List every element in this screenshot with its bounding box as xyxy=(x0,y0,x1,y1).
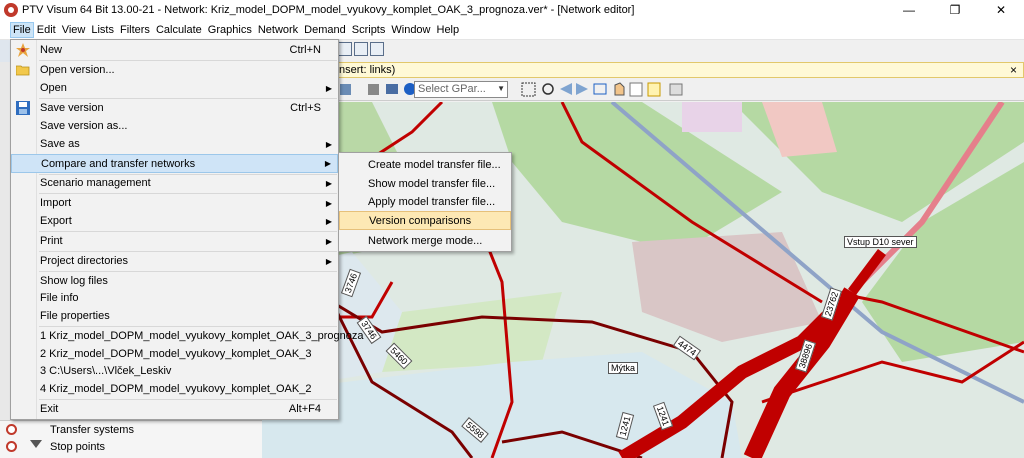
panel-row-label: Stop points xyxy=(50,440,106,453)
save-icon xyxy=(16,101,30,115)
network-objects-panel: Transfer systems Stop points xyxy=(0,420,262,458)
close-button[interactable]: ✕ xyxy=(978,0,1024,20)
window-title: PTV Visum 64 Bit 13.00-21 - Network: Kri… xyxy=(22,4,635,16)
menu-item-open[interactable]: Open ▶ xyxy=(11,79,338,97)
submenu-item-apply-model-transfer-file[interactable]: Apply model transfer file... xyxy=(339,192,511,211)
menu-scripts[interactable]: Scripts xyxy=(349,22,389,38)
zoom-select-icon[interactable] xyxy=(521,82,536,97)
menu-item-print[interactable]: Print ▶ xyxy=(11,232,338,250)
file-menu: New Ctrl+N Open version... Open ▶ Save v… xyxy=(10,39,363,420)
menu-item-new[interactable]: New Ctrl+N xyxy=(11,41,338,59)
zoom-extent-icon[interactable] xyxy=(593,83,607,95)
select-gpar-text: Select GPar... xyxy=(418,83,486,95)
menu-item-save-version-as[interactable]: Save version as... xyxy=(11,117,338,135)
menu-demand[interactable]: Demand xyxy=(301,22,349,38)
menu-item-recent-file-1[interactable]: 1 Kriz_model_DOPM_model_vyukovy_komplet_… xyxy=(11,327,363,345)
menu-item-show-log-files[interactable]: Show log files xyxy=(11,272,338,290)
menu-bar: File Edit View Lists Filters Calculate G… xyxy=(0,20,1024,40)
menu-item-import[interactable]: Import ▶ xyxy=(11,194,338,212)
app-logo-icon xyxy=(4,3,18,17)
submenu-arrow-icon: ▶ xyxy=(324,159,331,168)
window-controls: — ❐ ✕ xyxy=(886,0,1024,20)
arrow-icon[interactable] xyxy=(340,84,351,95)
forward-icon[interactable] xyxy=(576,83,588,95)
place-label: Vstup D10 sever xyxy=(844,236,917,248)
info-bar: nsert: links) × xyxy=(262,62,1024,78)
no-entry-icon xyxy=(6,424,17,435)
split-vertical-icon[interactable] xyxy=(370,42,384,56)
menu-item-exit[interactable]: Exit Alt+F4 xyxy=(11,400,338,418)
menu-view[interactable]: View xyxy=(59,22,89,38)
restore-button[interactable]: ❐ xyxy=(932,0,978,20)
menu-help[interactable]: Help xyxy=(434,22,463,38)
menu-item-project-directories[interactable]: Project directories ▶ xyxy=(11,252,338,270)
select-gpar-dropdown[interactable]: Select GPar... ▼ xyxy=(414,81,508,98)
zoom-icon[interactable] xyxy=(542,83,554,95)
layout-toolbar xyxy=(338,42,384,56)
minimize-button[interactable]: — xyxy=(886,0,932,20)
submenu-arrow-icon: ▶ xyxy=(325,198,332,208)
info-text: nsert: links) xyxy=(339,64,396,76)
submenu-arrow-icon: ▶ xyxy=(325,139,332,149)
open-folder-icon xyxy=(16,65,30,76)
split-horizontal-icon[interactable] xyxy=(354,42,368,56)
place-label: Mýtka xyxy=(608,362,639,374)
submenu-arrow-icon: ▶ xyxy=(325,178,332,188)
submenu-arrow-icon: ▶ xyxy=(325,236,332,246)
menu-item-save-as[interactable]: Save as ▶ xyxy=(11,135,338,153)
menu-file[interactable]: File xyxy=(10,21,34,38)
menu-edit[interactable]: Edit xyxy=(34,22,59,38)
submenu-item-show-model-transfer-file[interactable]: Show model transfer file... xyxy=(339,174,511,193)
menu-item-file-properties[interactable]: File properties xyxy=(11,307,338,325)
no-entry-icon xyxy=(6,441,17,452)
submenu-item-network-merge-mode[interactable]: Network merge mode... xyxy=(339,231,511,250)
menu-filters[interactable]: Filters xyxy=(117,22,153,38)
menu-item-export[interactable]: Export ▶ xyxy=(11,212,338,230)
note-icon[interactable] xyxy=(647,82,661,97)
map-toolbar: Select GPar... ▼ xyxy=(262,79,1024,101)
menu-graphics[interactable]: Graphics xyxy=(205,22,255,38)
building-area xyxy=(682,102,742,132)
back-icon[interactable] xyxy=(560,83,572,95)
compare-transfer-submenu: Create model transfer file... Show model… xyxy=(338,152,512,252)
menu-item-recent-file-3[interactable]: 3 C:\Users\...\Vlček_Leskiv xyxy=(11,362,338,380)
layout-icon[interactable] xyxy=(338,42,352,56)
menu-item-recent-file-4[interactable]: 4 Kriz_model_DOPM_model_vyukovy_komplet_… xyxy=(11,380,338,398)
submenu-arrow-icon: ▶ xyxy=(325,83,332,93)
print-icon[interactable] xyxy=(368,84,379,95)
title-bar: PTV Visum 64 Bit 13.00-21 - Network: Kri… xyxy=(0,0,1024,20)
menu-network[interactable]: Network xyxy=(255,22,301,38)
page-icon[interactable] xyxy=(629,82,643,97)
submenu-item-version-comparisons[interactable]: Version comparisons xyxy=(339,211,511,230)
menu-window[interactable]: Window xyxy=(388,22,433,38)
menu-item-scenario-management[interactable]: Scenario management ▶ xyxy=(11,174,338,192)
panel-row-stop-points[interactable]: Stop points xyxy=(0,438,262,455)
camera-icon[interactable] xyxy=(386,84,398,94)
panel-row-transfer-systems[interactable]: Transfer systems xyxy=(0,421,262,438)
menu-item-recent-file-2[interactable]: 2 Kriz_model_DOPM_model_vyukovy_komplet_… xyxy=(11,345,338,363)
submenu-arrow-icon: ▶ xyxy=(325,256,332,266)
menu-item-compare-transfer-networks[interactable]: Compare and transfer networks ▶ xyxy=(11,154,338,173)
chevron-down-icon: ▼ xyxy=(497,84,505,93)
map-toolbar-right-icons xyxy=(521,82,683,97)
menu-lists[interactable]: Lists xyxy=(88,22,117,38)
menu-item-save-version[interactable]: Save version Ctrl+S xyxy=(11,99,338,117)
panel-row-label: Transfer systems xyxy=(50,423,134,436)
menu-calculate[interactable]: Calculate xyxy=(153,22,205,38)
pan-hand-icon[interactable] xyxy=(614,82,625,96)
filter-icon xyxy=(30,440,42,452)
close-icon[interactable]: × xyxy=(1010,63,1017,77)
settings-icon[interactable] xyxy=(669,83,683,96)
menu-item-file-info[interactable]: File info xyxy=(11,289,338,307)
submenu-arrow-icon: ▶ xyxy=(325,216,332,226)
submenu-item-create-model-transfer-file[interactable]: Create model transfer file... xyxy=(339,155,511,174)
menu-item-open-version[interactable]: Open version... xyxy=(11,61,338,79)
new-icon xyxy=(16,43,30,57)
